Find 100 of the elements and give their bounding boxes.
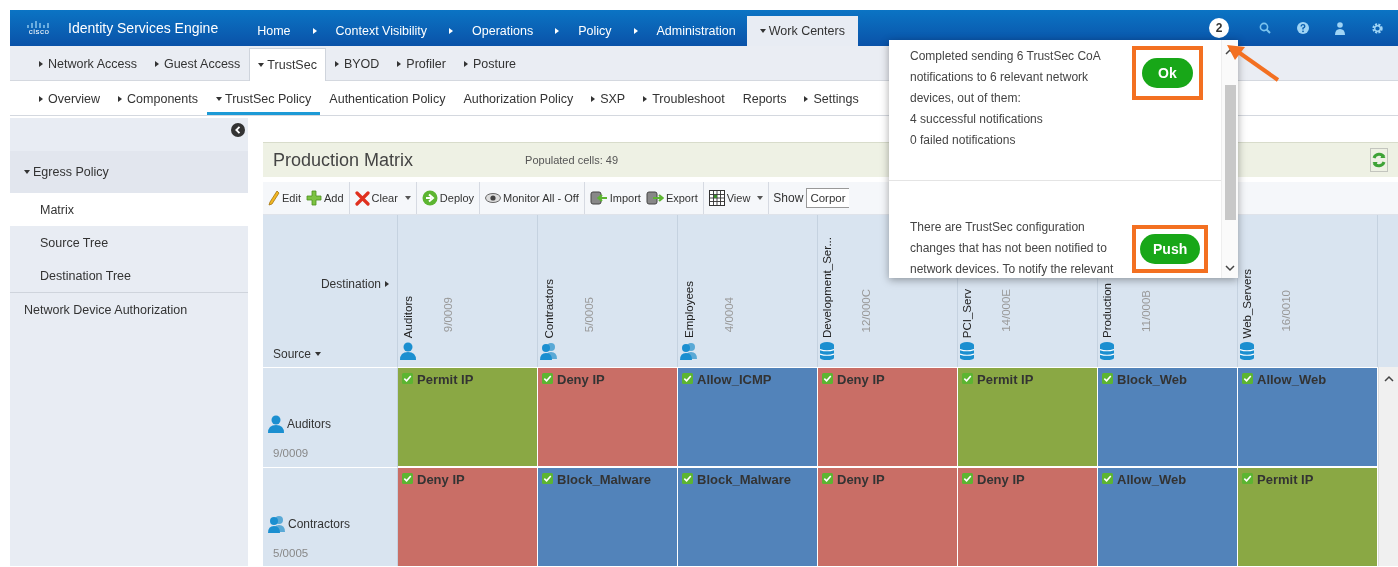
deploy-icon <box>421 190 438 206</box>
refresh-icon[interactable] <box>1370 148 1388 172</box>
nav-tab[interactable]: Work Centers <box>746 16 858 46</box>
module-tab[interactable]: Profiler <box>388 48 455 80</box>
collapse-icon <box>231 123 245 137</box>
column-code: 12/000C <box>860 288 872 332</box>
message-line: Completed sending 6 TrustSec CoA <box>910 48 1102 65</box>
show-label: Show <box>773 191 804 205</box>
message-line: There are TrustSec configuration <box>910 219 1086 236</box>
module-tab[interactable]: Guest Access <box>145 48 250 80</box>
module-tab[interactable]: TrustSec <box>249 48 326 81</box>
sidebar-item[interactable]: Network Device Authorization <box>10 293 248 326</box>
message-line: 4 successful notifications <box>910 111 1044 128</box>
section-tab[interactable]: Authorization Policy <box>454 83 583 115</box>
toolbar-button[interactable]: View <box>706 190 766 206</box>
column-code: 16/0010 <box>1280 290 1292 332</box>
scroll-down-icon <box>1225 265 1235 272</box>
toolbar-button[interactable]: Add <box>303 190 346 206</box>
toolbar-button[interactable]: Monitor All - Off <box>483 192 581 204</box>
message-line: 0 failed notifications <box>910 132 1017 149</box>
policy-cell[interactable]: Permit IP <box>958 367 1098 467</box>
pencil-icon <box>268 190 280 206</box>
policy-cell[interactable]: Deny IP <box>818 367 958 467</box>
nav-tab[interactable]: Home <box>246 16 302 46</box>
group-icon <box>540 342 557 360</box>
policy-cell[interactable]: Deny IP <box>538 367 678 467</box>
policy-label: Deny IP <box>977 472 1025 488</box>
logo-bars-icon <box>27 20 51 28</box>
scrollbar-thumb[interactable] <box>1224 85 1236 220</box>
eye-icon <box>485 192 502 204</box>
module-tab[interactable]: BYOD <box>325 48 389 80</box>
policy-cell[interactable]: Deny IP <box>958 467 1098 566</box>
toolbar-button[interactable]: Clear <box>352 190 413 206</box>
group-icon <box>680 342 697 360</box>
sidebar-item[interactable]: Source Tree <box>10 226 248 259</box>
import-icon <box>589 190 608 206</box>
nav-tab[interactable]: Administration <box>622 16 747 46</box>
column-header: Employees <box>682 281 695 338</box>
notification-badge[interactable]: 2 <box>1209 18 1229 38</box>
toolbar-button[interactable]: Export <box>643 190 700 206</box>
database-icon <box>1100 342 1114 360</box>
section-tab[interactable]: Overview <box>30 83 110 115</box>
column-code: 14/000E <box>1000 289 1012 332</box>
policy-cell[interactable]: Permit IP <box>1238 467 1378 566</box>
column-header: Contractors <box>542 278 555 338</box>
module-tab[interactable]: Posture <box>454 48 526 80</box>
message-line: changes that has not been notified to <box>910 240 1108 257</box>
policy-cell[interactable]: Deny IP <box>398 467 538 566</box>
section-tab[interactable]: Reports <box>733 83 796 115</box>
product-title: Identity Services Engine <box>68 20 219 36</box>
column-code: 4/0004 <box>723 296 735 332</box>
policy-label: Permit IP <box>417 372 474 388</box>
policy-cell[interactable]: Permit IP <box>398 367 538 467</box>
message-line: network devices. To notify the relevant <box>910 261 1115 278</box>
plus-icon <box>305 190 322 206</box>
row-header: Contractors <box>288 517 351 531</box>
section-tab[interactable]: Components <box>109 83 207 115</box>
column-header: Auditors <box>402 295 414 338</box>
nav-tab[interactable]: Operations <box>438 16 545 46</box>
source-menu[interactable]: Source <box>273 347 325 361</box>
help-icon <box>1297 22 1309 34</box>
row-header: Auditors <box>287 417 332 431</box>
section-tab[interactable]: SXP <box>582 83 635 115</box>
policy-label: Permit IP <box>1257 472 1314 488</box>
nav-tab[interactable]: Context Visibility <box>301 16 439 46</box>
policy-label: Deny IP <box>837 372 885 388</box>
policy-label: Permit IP <box>977 372 1034 388</box>
toolbar-button[interactable]: Edit <box>266 190 303 206</box>
column-header: PCI_Serv <box>961 288 973 338</box>
column-header: Production <box>1101 283 1113 338</box>
module-tab[interactable]: Network Access <box>30 48 146 80</box>
sidebar-item[interactable]: Matrix <box>10 193 248 226</box>
search-icon <box>1259 22 1271 34</box>
section-tab[interactable]: Settings <box>795 83 868 115</box>
policy-label: Allow_ICMP <box>697 372 772 388</box>
policy-label: Allow_Web <box>1257 372 1327 388</box>
policy-label: Deny IP <box>417 472 465 488</box>
nav-tab[interactable]: Policy <box>544 16 623 46</box>
row-code: 9/0009 <box>272 447 310 459</box>
policy-cell[interactable]: Deny IP <box>818 467 958 566</box>
section-tab[interactable]: Authentication Policy <box>320 83 455 115</box>
show-select[interactable]: Corpor <box>806 188 849 208</box>
table-icon <box>708 190 725 206</box>
toolbar-button[interactable]: Import <box>587 190 643 206</box>
user-icon <box>268 415 284 433</box>
message-line: devices, out of them: <box>910 90 1022 107</box>
toolbar-button[interactable]: Deploy <box>419 190 477 206</box>
column-header: Web_Servers <box>1241 268 1253 338</box>
column-code: 5/0005 <box>583 296 595 332</box>
scroll-up-icon <box>1383 375 1394 382</box>
section-tab[interactable]: TrustSec Policy <box>206 83 321 115</box>
annotation-arrow <box>1226 44 1280 82</box>
policy-label: Block_Malware <box>557 472 651 488</box>
matrix-title: Production Matrix <box>273 149 414 171</box>
column-code: 9/0009 <box>442 296 454 332</box>
message-line: notifications to 6 relevant network <box>910 69 1090 86</box>
group-icon <box>268 515 285 533</box>
section-header[interactable]: Egress Policy <box>10 151 248 193</box>
section-tab[interactable]: Troubleshoot <box>634 83 734 115</box>
sidebar-item[interactable]: Destination Tree <box>10 259 248 292</box>
